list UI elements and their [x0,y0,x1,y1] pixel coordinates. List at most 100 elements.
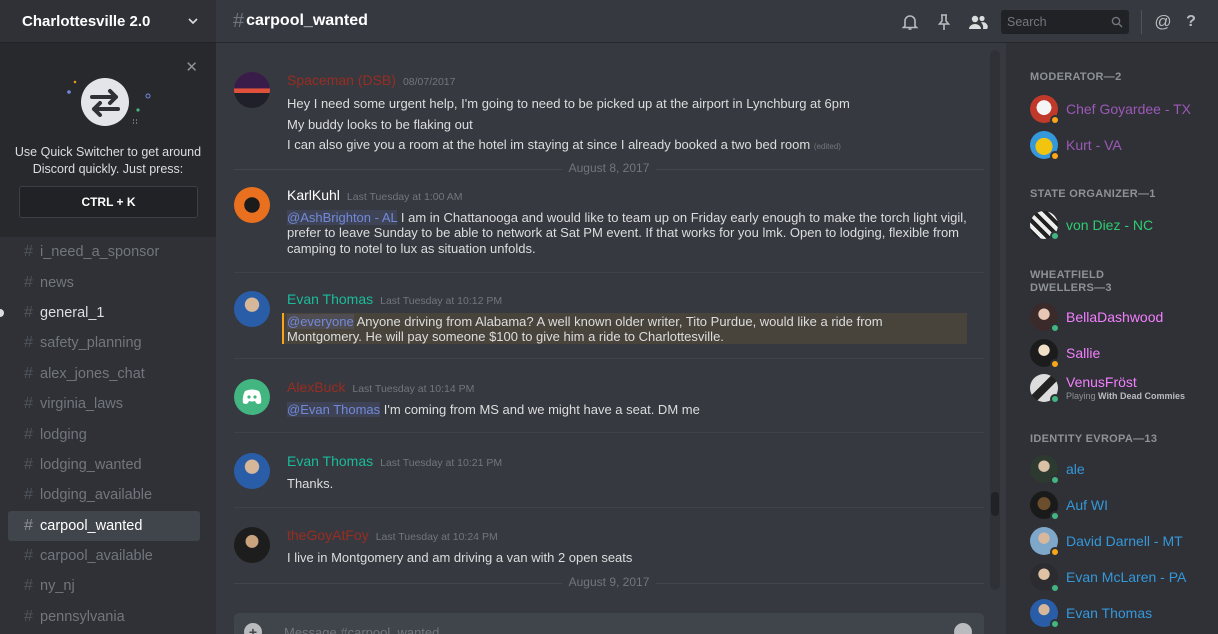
member-item[interactable]: ale [1030,455,1085,485]
avatar[interactable] [234,291,270,327]
channel-news[interactable]: # news [8,267,200,297]
status-online-indicator [1050,475,1060,485]
hash-icon: # [24,577,33,595]
upload-plus-icon[interactable]: + [244,623,262,634]
emoji-icon[interactable] [954,623,972,634]
channel-lodging[interactable]: # lodging [8,419,200,449]
member-activity: Playing With Dead Commies [1066,391,1185,401]
channel-alex-jones-chat[interactable]: # alex_jones_chat [8,359,200,389]
channel-carpool-wanted[interactable]: # carpool_wanted [8,510,200,541]
channel-general-1[interactable]: # general_1 [0,298,200,328]
status-online-indicator [1050,231,1060,241]
member-name: VenusFröst [1066,374,1137,390]
user-mention[interactable]: @Evan Thomas [287,402,381,417]
message-header: AlexBuck Last Tuesday at 10:14 PM [287,379,474,395]
avatar[interactable] [234,527,270,563]
status-online-indicator [1050,394,1060,404]
member-item[interactable]: Sallie [1030,339,1100,369]
quick-switcher-shortcut[interactable]: CTRL + K [19,186,198,218]
mentions-icon[interactable]: @ [1148,0,1178,43]
message-composer[interactable]: + Message #carpool_wanted [234,613,984,634]
member-name: Chef Goyardee - TX [1066,101,1192,117]
channel-lodging-available[interactable]: # lodging_available [8,480,200,510]
message-author[interactable]: Spaceman (DSB) [287,72,396,88]
server-header[interactable]: Charlottesville 2.0 [0,0,216,43]
member-item[interactable]: VenusFröst Playing With Dead Commies [1030,374,1185,404]
pin-icon[interactable] [927,0,961,43]
channel-sidebar: Charlottesville 2.0 ✕ Use Quick Switcher… [0,0,216,634]
message-author[interactable]: theGoyAtFoy [287,527,369,543]
status-online-indicator [1050,323,1060,333]
message-header: Evan Thomas Last Tuesday at 10:21 PM [287,453,502,469]
member-name: von Diez - NC [1066,217,1154,233]
hash-icon: # [24,547,33,565]
avatar[interactable] [234,72,270,108]
status-idle-indicator [1050,359,1060,369]
member-item[interactable]: Kurt - VA [1030,131,1122,161]
date-divider-label: August 8, 2017 [562,161,656,175]
hash-icon: # [24,516,33,534]
channel-label: alex_jones_chat [40,365,145,382]
member-item[interactable]: BellaDashwood [1030,303,1164,333]
user-mention[interactable]: @AshBrighton - AL [287,210,398,225]
member-item[interactable]: Evan Thomas [1030,599,1152,629]
member-item[interactable]: Auf WI [1030,491,1108,521]
message-input[interactable]: Message #carpool_wanted [284,625,439,634]
message-text: @everyone Anyone driving from Alabama? A… [287,314,967,330]
hash-icon: # [24,303,33,321]
date-divider: August 9, 2017 [234,575,984,589]
help-icon[interactable]: ? [1178,0,1204,43]
date-divider-label: August 9, 2017 [562,575,656,589]
avatar [1030,599,1060,629]
message-timestamp: Last Tuesday at 10:12 PM [380,295,503,307]
message-timestamp: Last Tuesday at 10:24 PM [375,531,498,543]
header-toolbar: Search @ ? [893,0,1204,43]
bell-icon[interactable] [893,0,927,43]
channel-safety-planning[interactable]: # safety_planning [8,328,200,358]
message-author[interactable]: Evan Thomas [287,291,373,307]
search-placeholder: Search [1007,14,1047,29]
message-text-content: I can also give you a room at the hotel … [287,137,811,152]
avatar[interactable] [234,187,270,223]
search-input[interactable]: Search [1001,9,1129,34]
role-header: WHEATFIELD DWELLERS—3 [1030,269,1112,294]
channel-lodging-wanted[interactable]: # lodging_wanted [8,450,200,480]
channel-pennsylvania[interactable]: # pennsylvania [8,602,200,632]
quick-switcher-text: Use Quick Switcher to get around Discord… [14,145,202,176]
message-text: prefer to leave Sunday to be able to net… [287,225,960,240]
channel-ny-nj[interactable]: # ny_nj [8,571,200,601]
toolbar-divider [1141,9,1142,34]
avatar [1030,374,1060,404]
hash-icon: # [24,607,33,625]
channel-carpool-available[interactable]: # carpool_available [8,541,200,571]
search-icon [1111,16,1123,27]
member-item[interactable]: David Darnell - MT [1030,527,1183,557]
channel-label: carpool_wanted [40,517,143,534]
channel-virginia-laws[interactable]: # virginia_laws [8,389,200,419]
member-item[interactable]: Chef Goyardee - TX [1030,95,1192,125]
hash-icon: # [233,9,245,32]
unread-indicator [0,308,4,317]
activity-prefix: Playing [1066,391,1099,401]
status-idle-indicator [1050,115,1060,125]
channel-i-need-a-sponsor[interactable]: # i_need_a_sponsor [8,237,200,267]
message-timestamp: Last Tuesday at 10:21 PM [380,457,503,469]
member-list-icon[interactable] [961,0,995,43]
role-header: MODERATOR—2 [1030,71,1122,83]
member-name: David Darnell - MT [1066,533,1183,549]
close-icon[interactable]: ✕ [185,58,198,76]
discord-default-avatar-icon[interactable] [234,379,270,415]
member-name: BellaDashwood [1066,309,1164,325]
message-author[interactable]: AlexBuck [287,379,345,395]
channel-label: carpool_available [40,548,153,565]
avatar[interactable] [234,453,270,489]
message-author[interactable]: Evan Thomas [287,453,373,469]
message-author[interactable]: KarlKuhl [287,187,340,203]
channel-label: news [40,274,74,291]
everyone-mention[interactable]: @everyone [287,314,354,329]
message-scrollbar[interactable] [990,50,1000,590]
member-item[interactable]: von Diez - NC [1030,211,1154,241]
scrollbar-thumb[interactable] [991,492,999,516]
date-divider: August 8, 2017 [234,161,984,175]
member-item[interactable]: Evan McLaren - PA [1030,563,1186,593]
